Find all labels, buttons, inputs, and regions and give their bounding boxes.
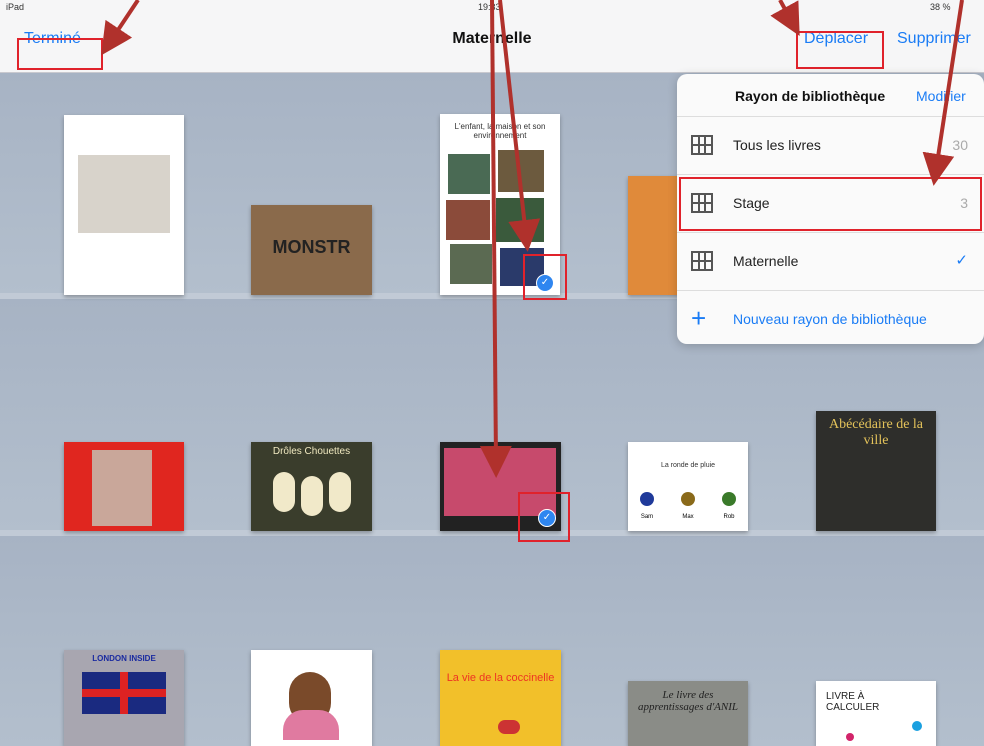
annotation-arrow xyxy=(922,0,964,186)
annotation-arrow xyxy=(479,0,512,478)
annotation-arrow xyxy=(498,0,541,252)
annotation-arrows xyxy=(101,0,964,478)
annotation-arrow xyxy=(770,0,800,37)
annotation-arrow xyxy=(101,0,140,56)
